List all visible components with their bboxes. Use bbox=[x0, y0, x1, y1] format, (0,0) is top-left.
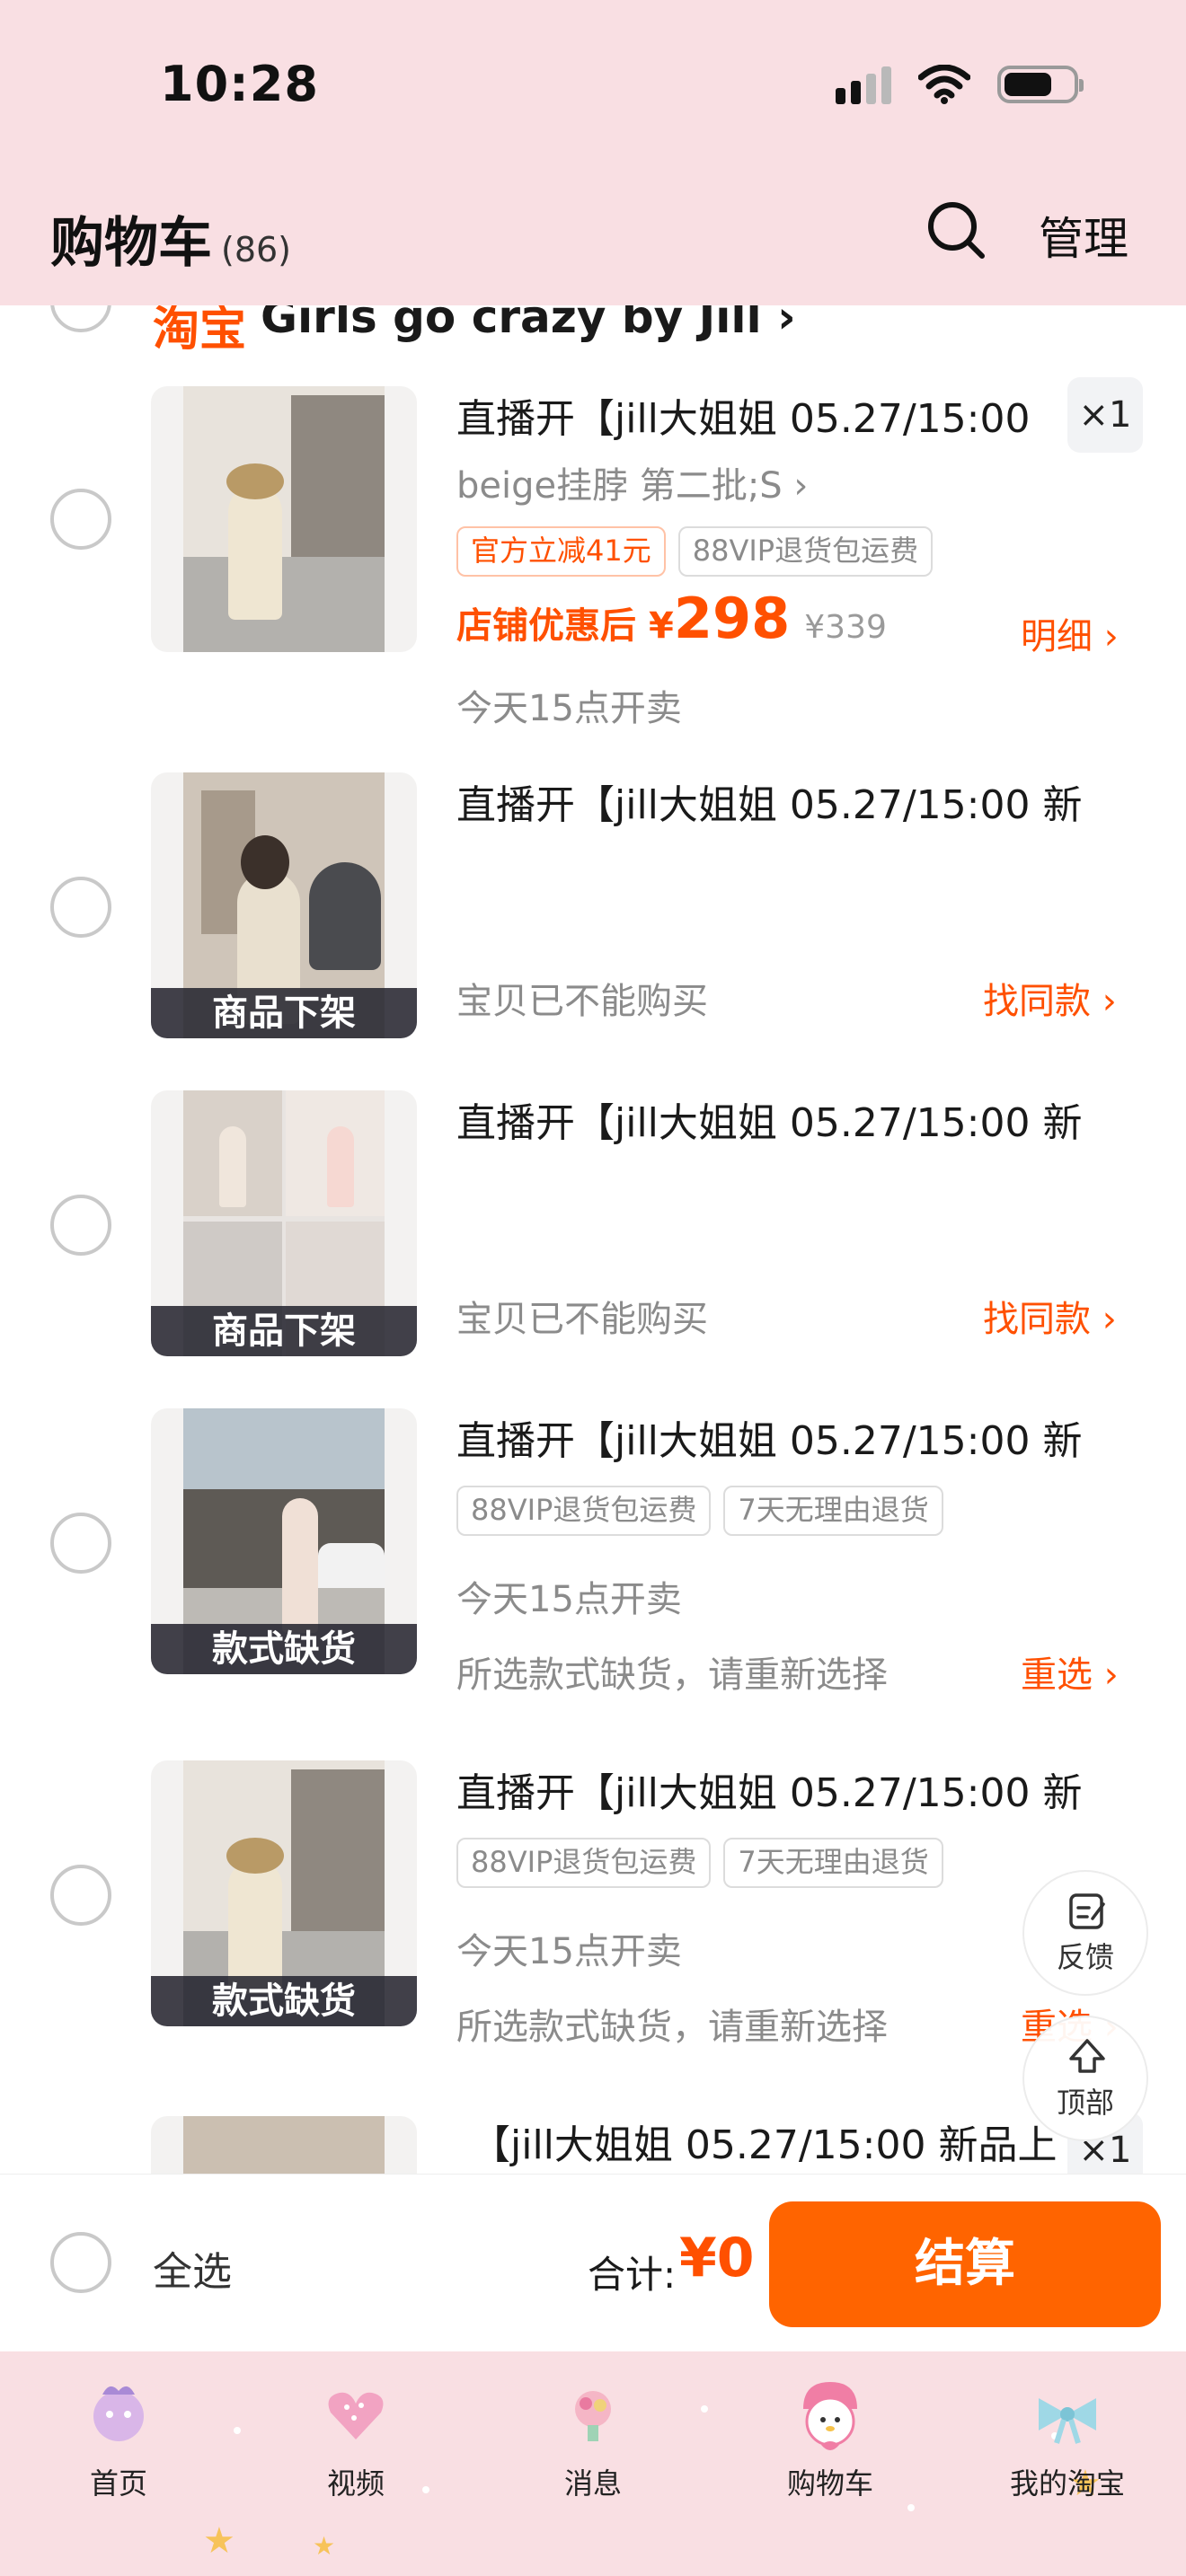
manage-button[interactable]: 管理 bbox=[1039, 203, 1128, 268]
cart-item: 直播开【jill大姐姐 05.27/15:00 beige挂脖 第二批;S › … bbox=[0, 377, 1186, 737]
cart-item: 【jill大姐姐 05.27/15:00 新品上 ×1 bbox=[0, 2113, 1186, 2174]
cart-item: 款式缺货 直播开【jill大姐姐 05.27/15:00 新 88VIP退货包运… bbox=[0, 1760, 1186, 2084]
tab-label: 首页 bbox=[89, 2466, 147, 2501]
price-detail-link[interactable]: 明细 › bbox=[1021, 607, 1119, 659]
taobao-logo: 淘宝 bbox=[153, 305, 247, 356]
status-icons bbox=[836, 65, 1084, 104]
home-icon bbox=[93, 2386, 144, 2441]
price-value: 298 bbox=[673, 586, 791, 651]
cellular-signal-icon bbox=[836, 65, 891, 104]
product-image[interactable]: 款式缺货 bbox=[151, 1760, 417, 2026]
reselect-link[interactable]: 重选 › bbox=[1021, 1645, 1119, 1698]
item-select-radio[interactable] bbox=[50, 489, 111, 550]
search-icon[interactable] bbox=[925, 199, 987, 260]
item-title[interactable]: 直播开【jill大姐姐 05.27/15:00 新 bbox=[456, 1090, 1085, 1148]
item-price-row: 店铺优惠后 ¥ 298 ¥339 bbox=[456, 586, 887, 651]
item-select-radio[interactable] bbox=[50, 1513, 111, 1574]
item-tags: 88VIP退货包运费 7天无理由退货 bbox=[456, 1486, 956, 1536]
product-image[interactable]: 商品下架 bbox=[151, 772, 417, 1038]
status-overlay: 款式缺货 bbox=[151, 1624, 417, 1674]
find-similar-link[interactable]: 找同款 › bbox=[983, 1290, 1117, 1342]
cart-item: 款式缺货 直播开【jill大姐姐 05.27/15:00 新 88VIP退货包运… bbox=[0, 1408, 1186, 1732]
tab-video[interactable]: 视频 bbox=[237, 2351, 474, 2576]
checkout-button[interactable]: 结算 bbox=[769, 2201, 1161, 2327]
item-select-radio[interactable] bbox=[50, 1865, 111, 1926]
cart-count: (86) bbox=[221, 230, 292, 269]
item-sku[interactable]: beige挂脖 第二批;S › bbox=[456, 456, 808, 508]
tag: 官方立减41元 bbox=[456, 526, 666, 577]
store-select-radio[interactable] bbox=[50, 305, 111, 332]
wifi-icon bbox=[918, 65, 970, 104]
item-select-radio[interactable] bbox=[50, 1195, 111, 1256]
top-header: 10:28 购物车 (86) 管理 bbox=[0, 0, 1186, 305]
select-all-label[interactable]: 全选 bbox=[153, 2239, 232, 2297]
product-image[interactable]: 商品下架 bbox=[151, 1090, 417, 1356]
page-title-row: 购物车 (86) bbox=[50, 199, 291, 278]
status-time: 10:28 bbox=[160, 56, 319, 112]
status-overlay: 款式缺货 bbox=[151, 1976, 417, 2026]
feedback-label: 反馈 bbox=[1056, 1940, 1114, 1974]
item-title[interactable]: 直播开【jill大姐姐 05.27/15:00 新 bbox=[456, 772, 1085, 830]
original-price: ¥339 bbox=[804, 609, 887, 646]
sale-note: 今天15点开卖 bbox=[456, 1931, 682, 1972]
item-tags: 官方立减41元 88VIP退货包运费 bbox=[456, 526, 945, 577]
item-status: 宝贝已不能购买 bbox=[456, 981, 708, 1022]
total-value: ¥0 bbox=[679, 2227, 755, 2289]
message-icon bbox=[575, 2391, 611, 2441]
item-status: 宝贝已不能购买 bbox=[456, 1299, 708, 1340]
item-title[interactable]: 直播开【jill大姐姐 05.27/15:00 bbox=[456, 386, 1085, 444]
cart-item: 商品下架 直播开【jill大姐姐 05.27/15:00 新 宝贝已不能购买 找… bbox=[0, 1090, 1186, 1378]
item-title[interactable]: 【jill大姐姐 05.27/15:00 新品上 bbox=[471, 2113, 1100, 2170]
page-title: 购物车 bbox=[50, 212, 212, 275]
back-to-top-icon bbox=[1069, 2039, 1105, 2073]
tag: 88VIP退货包运费 bbox=[677, 526, 934, 577]
feedback-button[interactable]: 反馈 bbox=[1022, 1870, 1148, 1996]
tab-label: 视频 bbox=[326, 2466, 385, 2501]
status-overlay: 商品下架 bbox=[151, 1306, 417, 1356]
tab-messages[interactable]: 消息 bbox=[474, 2351, 712, 2576]
cart-icon bbox=[803, 2382, 857, 2450]
tag: 88VIP退货包运费 bbox=[456, 1486, 712, 1536]
item-status: 所选款式缺货，请重新选择 bbox=[456, 2007, 888, 2048]
tag: 7天无理由退货 bbox=[723, 1486, 943, 1536]
tab-my-taobao[interactable]: 我的淘宝 bbox=[949, 2351, 1186, 2576]
tab-home[interactable]: 首页 bbox=[0, 2351, 237, 2576]
product-image[interactable] bbox=[151, 2116, 417, 2174]
item-title[interactable]: 直播开【jill大姐姐 05.27/15:00 新 bbox=[456, 1760, 1085, 1818]
store-name[interactable]: Girls go crazy by Jill › bbox=[261, 305, 796, 343]
tab-cart[interactable]: 购物车 bbox=[712, 2351, 949, 2576]
battery-icon bbox=[997, 66, 1084, 103]
total-label: 合计: bbox=[588, 2253, 677, 2297]
item-tags: 88VIP退货包运费 7天无理由退货 bbox=[456, 1838, 956, 1888]
back-to-top-label: 顶部 bbox=[1056, 2086, 1114, 2120]
tag: 7天无理由退货 bbox=[723, 1838, 943, 1888]
item-status: 所选款式缺货，请重新选择 bbox=[456, 1654, 888, 1696]
sale-note: 今天15点开卖 bbox=[456, 688, 682, 729]
price-symbol: ¥ bbox=[649, 605, 674, 647]
product-image[interactable]: 款式缺货 bbox=[151, 1408, 417, 1674]
quantity-badge[interactable]: ×1 bbox=[1067, 377, 1143, 453]
back-to-top-button[interactable]: 顶部 bbox=[1022, 2016, 1148, 2141]
item-select-radio[interactable] bbox=[50, 877, 111, 938]
cart-item: 商品下架 直播开【jill大姐姐 05.27/15:00 新 宝贝已不能购买 找… bbox=[0, 772, 1186, 1060]
my-taobao-icon bbox=[1039, 2398, 1096, 2444]
price-label: 店铺优惠后 bbox=[456, 605, 636, 647]
video-icon bbox=[328, 2392, 384, 2439]
sale-note: 今天15点开卖 bbox=[456, 1579, 682, 1620]
store-header[interactable]: 淘宝 Girls go crazy by Jill › bbox=[0, 305, 1186, 356]
feedback-icon bbox=[1069, 1893, 1105, 1929]
status-overlay: 商品下架 bbox=[151, 988, 417, 1038]
tab-label: 我的淘宝 bbox=[1009, 2466, 1125, 2501]
select-all-radio[interactable] bbox=[50, 2232, 111, 2293]
tag: 88VIP退货包运费 bbox=[456, 1838, 712, 1888]
checkout-bar: 全选 合计: ¥0 结算 bbox=[0, 2174, 1186, 2351]
product-image[interactable] bbox=[151, 386, 417, 652]
tab-label: 购物车 bbox=[786, 2466, 873, 2501]
find-similar-link[interactable]: 找同款 › bbox=[983, 972, 1117, 1024]
bottom-tab-bar: ★ ★ ★ 首页 视频 消息 购物车 我的淘宝 bbox=[0, 2351, 1186, 2576]
tab-label: 消息 bbox=[563, 2466, 622, 2501]
item-title[interactable]: 直播开【jill大姐姐 05.27/15:00 新 bbox=[456, 1408, 1085, 1466]
